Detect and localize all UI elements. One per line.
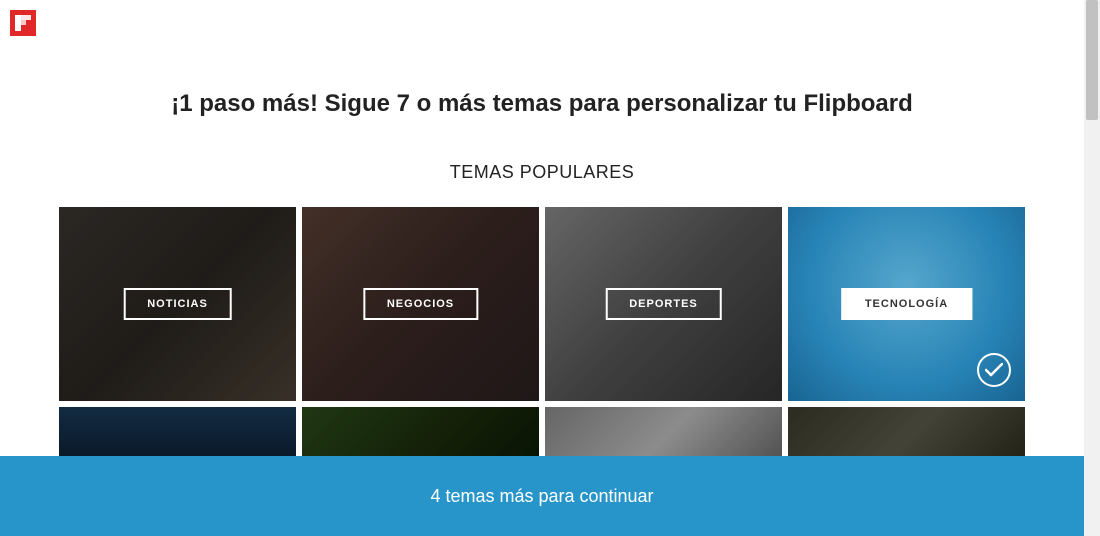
- topic-label: TECNOLOGÍA: [841, 288, 972, 320]
- topic-tile-noticias[interactable]: NOTICIAS: [59, 207, 296, 401]
- topic-label: NOTICIAS: [123, 288, 232, 320]
- topic-label: NEGOCIOS: [363, 288, 478, 320]
- flipboard-icon: [15, 15, 31, 31]
- continue-bar[interactable]: 4 temas más para continuar: [0, 456, 1084, 536]
- topics-grid: NOTICIAS NEGOCIOS DEPORTES TECNOLOGÍA: [0, 207, 1084, 401]
- section-subtitle: TEMAS POPULARES: [0, 162, 1084, 183]
- topic-label: DEPORTES: [605, 288, 722, 320]
- page-title: ¡1 paso más! Sigue 7 o más temas para pe…: [0, 0, 1084, 118]
- flipboard-logo[interactable]: [10, 10, 36, 36]
- vertical-scrollbar[interactable]: ▲: [1084, 0, 1100, 536]
- topic-tile-tecnologia[interactable]: TECNOLOGÍA: [788, 207, 1025, 401]
- continue-message: 4 temas más para continuar: [430, 486, 653, 507]
- topic-tile-negocios[interactable]: NEGOCIOS: [302, 207, 539, 401]
- selected-checkmark-icon: [977, 353, 1011, 387]
- topic-tile-deportes[interactable]: DEPORTES: [545, 207, 782, 401]
- scrollbar-thumb[interactable]: [1086, 0, 1098, 120]
